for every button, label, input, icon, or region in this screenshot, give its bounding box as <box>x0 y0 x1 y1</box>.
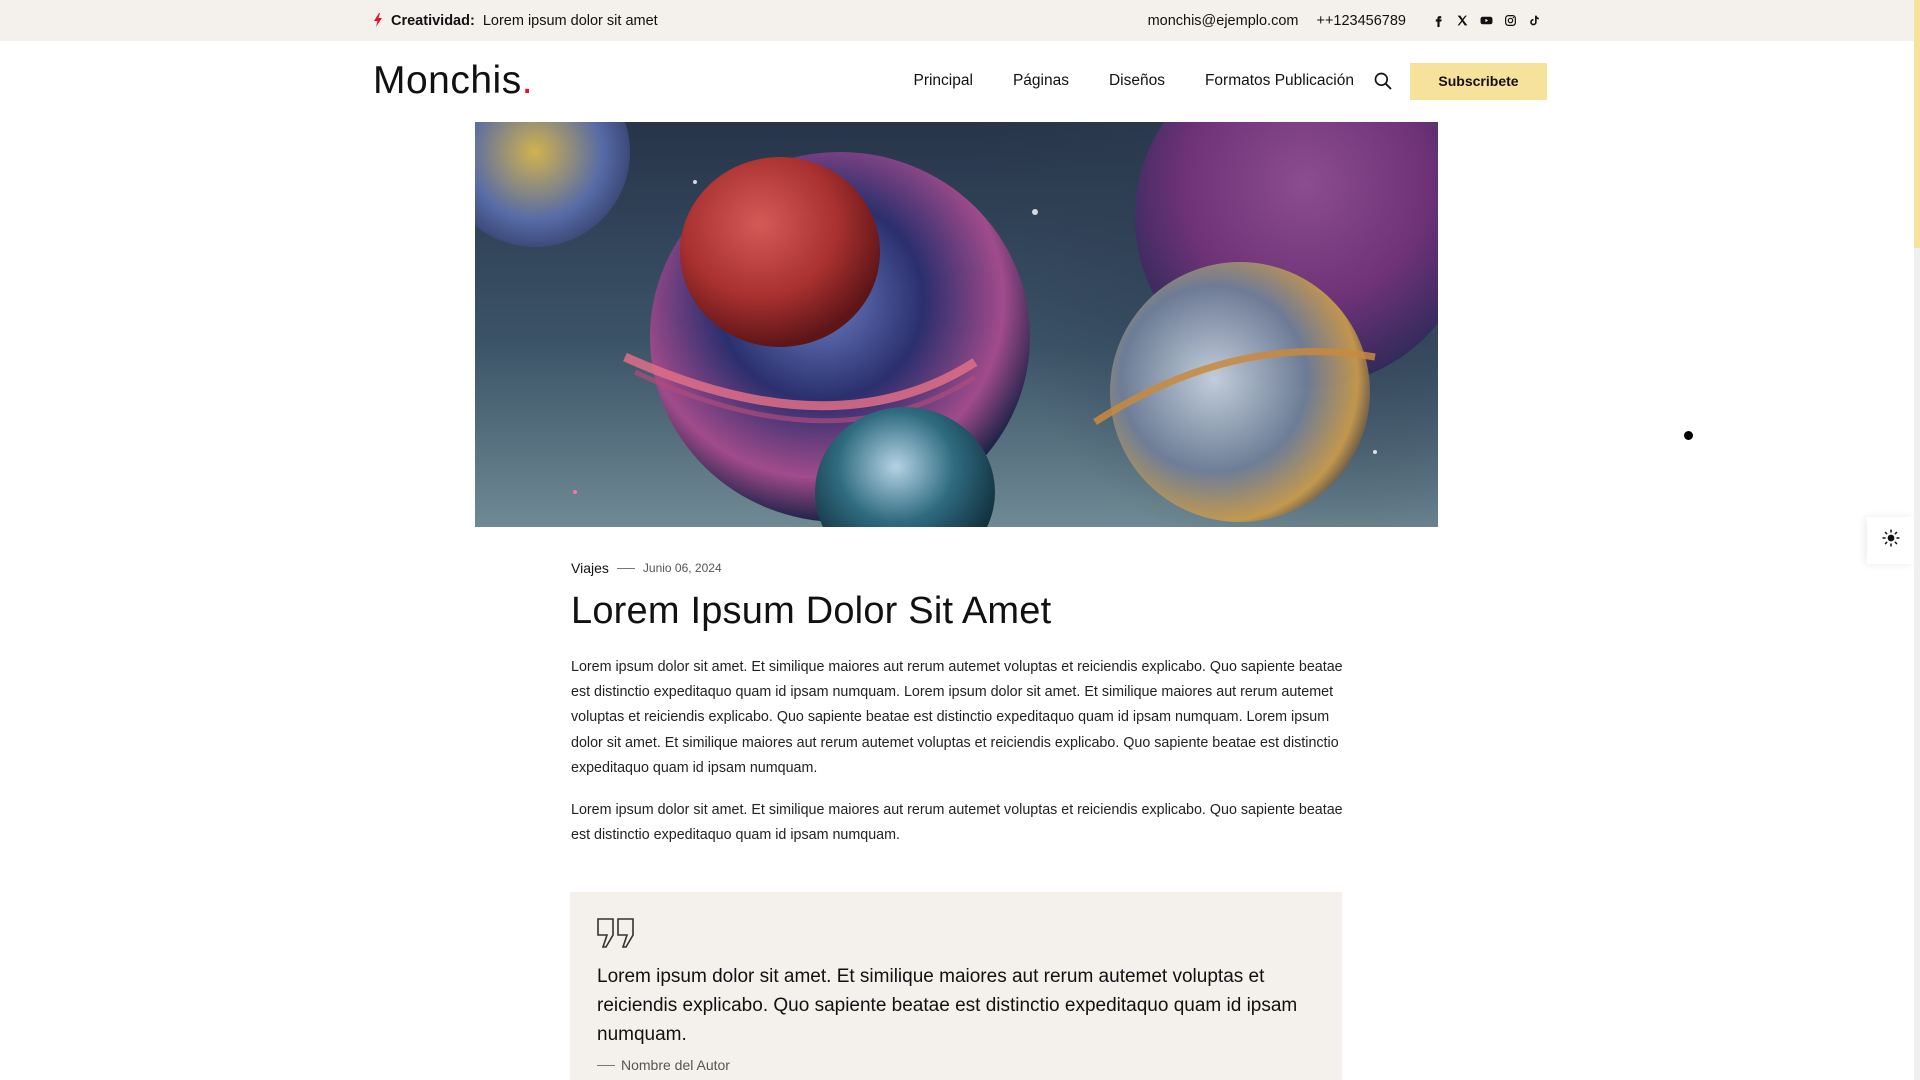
quote-icon <box>597 918 1315 948</box>
scroll-progress-bar <box>1914 0 1920 248</box>
nav-item-paginas[interactable]: Páginas <box>1013 72 1069 90</box>
site-header: Monchis. Principal Páginas Diseños Forma… <box>373 41 1547 121</box>
instagram-icon[interactable] <box>1504 14 1517 27</box>
nav-item-disenos[interactable]: Diseños <box>1109 72 1165 90</box>
top-bar-left: Creatividad: Lorem ipsum dolor sit amet <box>373 12 658 29</box>
bolt-icon <box>373 12 383 29</box>
subscribe-button[interactable]: Subscribete <box>1410 62 1547 100</box>
cursor-dot <box>1684 431 1693 440</box>
social-links <box>1432 14 1541 27</box>
article-paragraph: Lorem ipsum dolor sit amet. Et similique… <box>571 802 1343 844</box>
quote-author-name: Nombre del Autor <box>621 1057 730 1073</box>
article-paragraph: Lorem ipsum dolor sit amet. Et similique… <box>571 659 1343 776</box>
nav-item-formatos-publicacion[interactable]: Formatos Publicación <box>1205 72 1354 90</box>
article-meta: Viajes Junio 06, 2024 <box>571 560 1343 576</box>
search-icon[interactable] <box>1372 70 1394 92</box>
article-date: Junio 06, 2024 <box>642 561 722 575</box>
contact-phone[interactable]: ++123456789 <box>1316 13 1406 29</box>
tiktok-icon[interactable] <box>1528 14 1541 27</box>
main-nav: Principal Páginas Diseños Formatos Publi… <box>913 62 1547 100</box>
article-title: Lorem Ipsum Dolor Sit Amet <box>571 590 1052 632</box>
sun-icon <box>1881 529 1900 552</box>
top-bar-text[interactable]: Lorem ipsum dolor sit amet <box>483 13 658 29</box>
top-bar-inner: Creatividad: Lorem ipsum dolor sit amet … <box>373 0 1541 41</box>
hero-image <box>475 122 1438 527</box>
quote-text: Lorem ipsum dolor sit amet. Et similique… <box>597 966 1298 1045</box>
x-icon[interactable] <box>1456 14 1469 27</box>
meta-divider <box>616 567 635 569</box>
youtube-icon[interactable] <box>1480 14 1493 27</box>
facebook-icon[interactable] <box>1432 14 1445 27</box>
theme-toggle-button[interactable] <box>1867 517 1914 564</box>
author-divider <box>597 1064 615 1066</box>
blockquote: Lorem ipsum dolor sit amet. Et similique… <box>570 892 1342 1080</box>
article: Viajes Junio 06, 2024 Lorem Ipsum Dolor … <box>571 560 1343 848</box>
nav-item-principal[interactable]: Principal <box>913 72 972 90</box>
quote-author: Nombre del Autor <box>597 1057 1315 1073</box>
site-logo[interactable]: Monchis. <box>373 59 533 103</box>
article-category[interactable]: Viajes <box>571 560 609 576</box>
logo-text: Monchis <box>373 59 522 102</box>
contact-email[interactable]: monchis@ejemplo.com <box>1148 13 1299 29</box>
top-bar: Creatividad: Lorem ipsum dolor sit amet … <box>0 0 1914 41</box>
top-bar-label: Creatividad: <box>391 12 475 29</box>
top-bar-right: monchis@ejemplo.com ++123456789 <box>1148 13 1541 29</box>
logo-dot: . <box>521 59 534 102</box>
